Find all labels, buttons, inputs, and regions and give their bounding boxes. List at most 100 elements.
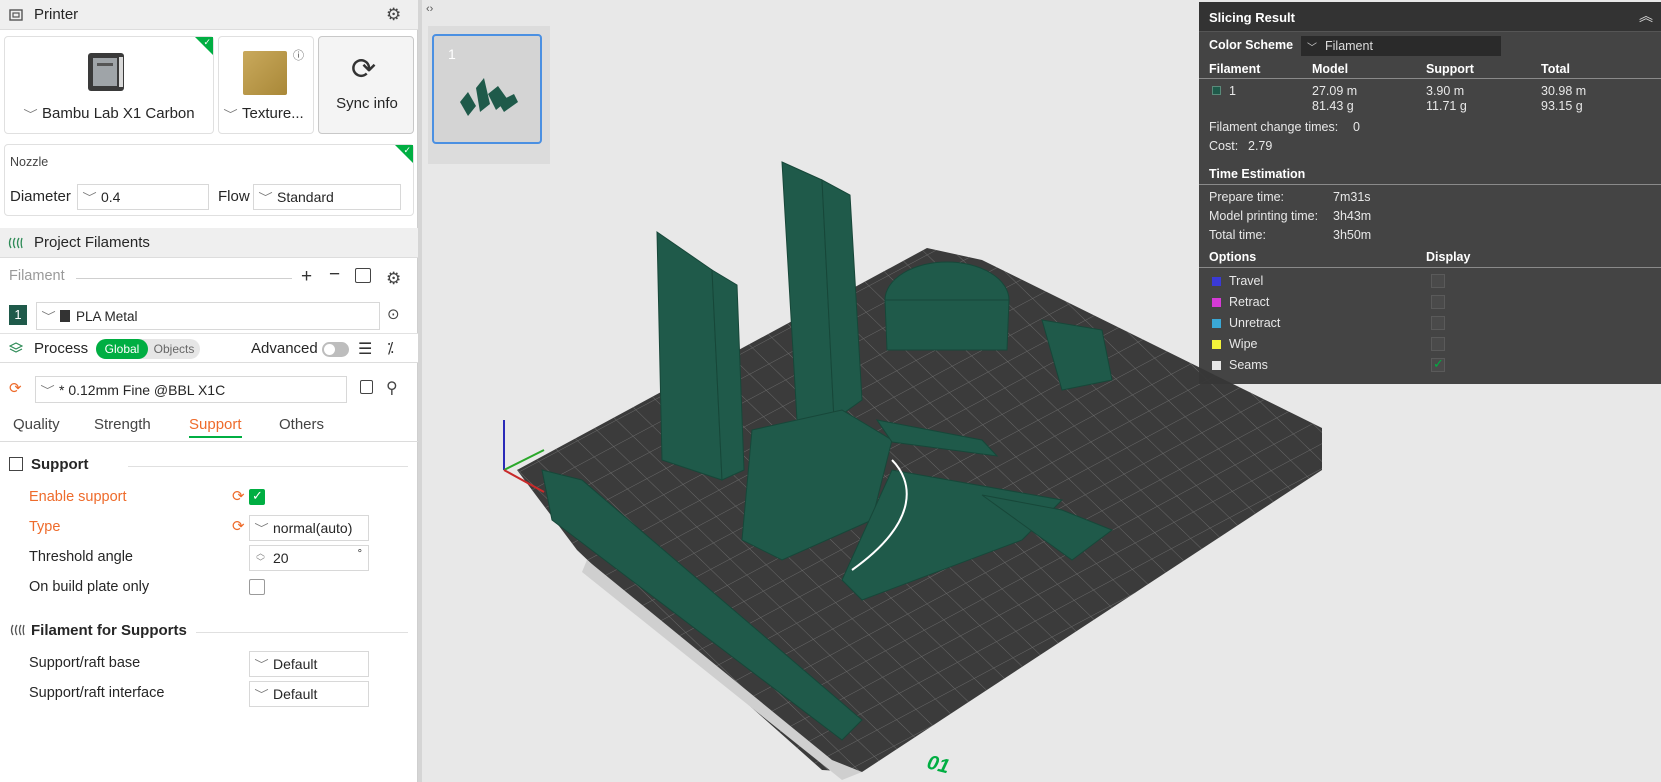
total-time-label: Total time:: [1209, 228, 1266, 242]
plate-type-card[interactable]: ⓘ ﹀ Texture...: [218, 36, 314, 134]
threshold-angle-label: Threshold angle: [29, 549, 133, 565]
tab-strength[interactable]: Strength: [94, 416, 151, 433]
spin-arrows-icon[interactable]: ︿ ﹀: [256, 549, 265, 567]
list-view-icon[interactable]: ☰: [358, 339, 372, 359]
chevron-down-icon: ﹀: [41, 311, 56, 323]
col-model: Model: [1312, 62, 1349, 76]
prepare-time-value: 7m31s: [1333, 190, 1371, 204]
support-group-icon: [9, 457, 23, 471]
enable-support-reset-icon[interactable]: ⟳: [232, 487, 245, 505]
raft-interface-select[interactable]: ﹀ Default: [249, 681, 369, 707]
filament-more-icon[interactable]: ⊙: [387, 305, 400, 323]
enable-support-label: Enable support: [29, 489, 127, 505]
preset-name: * 0.12mm Fine @BBL X1C: [59, 381, 226, 398]
options-label: Options: [1209, 250, 1257, 264]
advanced-label: Advanced: [251, 340, 318, 357]
filament-sync-icon[interactable]: [355, 268, 371, 283]
option-wipe-label: Wipe: [1229, 337, 1258, 351]
display-label: Display: [1426, 250, 1471, 264]
unretract-display-checkbox[interactable]: [1431, 316, 1445, 330]
tab-quality[interactable]: Quality: [13, 416, 60, 433]
printer-card[interactable]: ✓ ﹀ Bambu Lab X1 Carbon: [4, 36, 214, 134]
divider: [1199, 184, 1661, 185]
search-icon[interactable]: ⚲: [386, 378, 398, 398]
support-type-select[interactable]: ﹀ normal(auto): [249, 515, 369, 541]
sync-label: Sync info: [336, 95, 398, 112]
sidebar: Printer ⚙ ✓ ﹀ Bambu Lab X1 Carbon ⓘ ﹀ Text…: [0, 0, 418, 782]
plate-name: Texture...: [242, 105, 304, 122]
check-icon: ✓: [403, 145, 411, 155]
printer-settings-gear-icon[interactable]: ⚙: [386, 6, 401, 23]
filament-index-swatch[interactable]: 1: [9, 305, 27, 325]
enable-support-checkbox[interactable]: [249, 488, 265, 505]
type-reset-icon[interactable]: ⟳: [232, 517, 245, 535]
travel-swatch: [1212, 277, 1221, 286]
seams-swatch: [1212, 361, 1221, 370]
wipe-display-checkbox[interactable]: [1431, 337, 1445, 351]
change-times-value: 0: [1353, 120, 1360, 134]
diameter-select[interactable]: ﹀ 0.4: [77, 184, 209, 210]
flow-select[interactable]: ﹀ Standard: [253, 184, 401, 210]
model-time-value: 3h43m: [1333, 209, 1372, 223]
printer-title: Printer: [34, 6, 79, 23]
filament-settings-gear-icon[interactable]: ⚙: [386, 270, 401, 287]
support-type-value: normal(auto): [273, 520, 353, 536]
chevron-down-icon: ﹀: [23, 109, 38, 121]
color-scheme-select[interactable]: ﹀ Filament: [1301, 36, 1501, 56]
chevron-down-icon: ﹀: [254, 689, 269, 701]
add-filament-icon[interactable]: +: [301, 266, 312, 288]
check-icon: ✓: [203, 37, 211, 47]
chevron-down-icon: ﹀: [223, 109, 238, 121]
threshold-unit: °: [357, 548, 362, 560]
global-toggle-option[interactable]: Global: [96, 339, 148, 359]
slicing-result-panel: Slicing Result ︽ Color Scheme ﹀ Filament…: [1199, 2, 1661, 384]
sync-info-button[interactable]: ⟳ Sync info: [318, 36, 414, 134]
preset-reset-icon[interactable]: ⟳: [9, 379, 22, 397]
row-model-length: 27.09 m: [1312, 84, 1358, 98]
process-section-header: Process Global Objects Advanced ☰ ⁒: [0, 333, 418, 363]
row-support-weight: 11.71 g: [1426, 99, 1467, 113]
objects-toggle-option[interactable]: Objects: [148, 339, 200, 359]
printer-name: Bambu Lab X1 Carbon: [42, 105, 195, 122]
seams-display-checkbox[interactable]: [1431, 356, 1445, 372]
raft-interface-label: Support/raft interface: [29, 685, 165, 701]
row-model-weight: 81.43 g: [1312, 99, 1354, 113]
build-plate-only-checkbox[interactable]: [249, 579, 265, 595]
support-group-title: Support: [31, 456, 89, 473]
option-travel-label: Travel: [1229, 274, 1264, 288]
advanced-switch[interactable]: [322, 342, 349, 357]
total-time-value: 3h50m: [1333, 228, 1372, 242]
tab-support[interactable]: Support: [189, 416, 242, 438]
chevron-down-icon: ﹀: [254, 659, 269, 671]
travel-display-checkbox[interactable]: [1431, 274, 1445, 288]
retract-display-checkbox[interactable]: [1431, 295, 1445, 309]
unretract-swatch: [1212, 319, 1221, 328]
slicing-result-header[interactable]: Slicing Result ︽: [1199, 2, 1661, 32]
save-preset-icon[interactable]: [360, 380, 373, 394]
row-filament-index: 1: [1229, 84, 1236, 98]
filament-swatch: [1212, 86, 1221, 95]
nozzle-card: ✓ Nozzle Diameter ﹀ 0.4 Flow ﹀ Standard: [4, 144, 414, 216]
printer-section-header[interactable]: Printer ⚙: [0, 0, 418, 30]
remove-filament-icon[interactable]: −: [329, 264, 340, 286]
cost-value: 2.79: [1248, 139, 1273, 153]
col-support: Support: [1426, 62, 1474, 76]
process-title: Process: [34, 339, 89, 357]
filament-icon: [8, 235, 24, 251]
global-objects-toggle[interactable]: Global Objects: [96, 339, 200, 359]
printer-icon: [8, 7, 24, 23]
raft-base-value: Default: [273, 656, 318, 672]
filaments-section-header[interactable]: Project Filaments: [0, 228, 418, 258]
filament-select[interactable]: ﹀ PLA Metal: [36, 302, 380, 330]
threshold-angle-spin[interactable]: ︿ ﹀ 20 °: [249, 545, 369, 571]
wipe-swatch: [1212, 340, 1221, 349]
divider: [128, 466, 408, 467]
process-preset-select[interactable]: ﹀ * 0.12mm Fine @BBL X1C: [35, 376, 347, 403]
chevron-down-icon: ﹀: [258, 192, 273, 204]
info-icon[interactable]: ⓘ: [293, 47, 304, 63]
collapse-panel-icon[interactable]: ︽: [1639, 6, 1653, 26]
chevron-down-icon: ﹀: [82, 192, 97, 204]
compare-icon[interactable]: ⁒: [387, 339, 394, 357]
raft-base-select[interactable]: ﹀ Default: [249, 651, 369, 677]
tab-others[interactable]: Others: [279, 416, 324, 433]
